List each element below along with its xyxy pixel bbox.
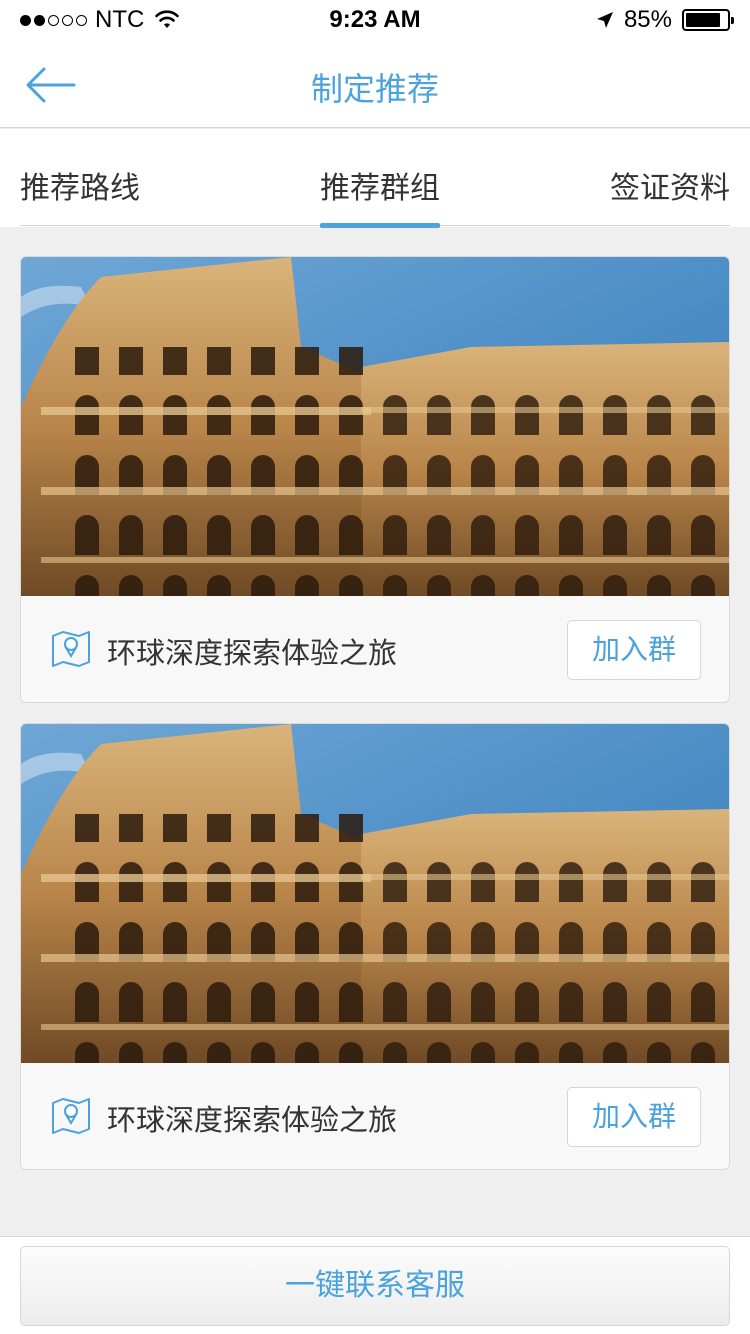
join-group-button[interactable]: 加入群 (567, 1087, 701, 1147)
location-arrow-icon (596, 12, 613, 28)
contact-support-button[interactable]: 一键联系客服 (20, 1246, 730, 1326)
active-tab-indicator (320, 223, 440, 228)
map-pin-icon (52, 1098, 90, 1134)
card-footer: 环球深度探索体验之旅 加入群 (21, 596, 729, 702)
card-footer: 环球深度探索体验之旅 加入群 (21, 1063, 729, 1169)
tab-recommended-routes[interactable]: 推荐路线 (20, 163, 140, 207)
bottom-bar: 一键联系客服 (0, 1236, 750, 1334)
group-card[interactable]: 环球深度探索体验之旅 加入群 (20, 256, 730, 703)
tab-visa-info[interactable]: 签证资料 (610, 163, 730, 207)
map-pin-icon (52, 631, 90, 667)
navigation-bar: 制定推荐 (0, 40, 750, 128)
join-group-button[interactable]: 加入群 (567, 620, 701, 680)
card-title: 环球深度探索体验之旅 (107, 1103, 398, 1137)
battery-fill (686, 13, 720, 27)
tab-bar: 推荐路线 推荐群组 签证资料 (20, 129, 730, 228)
page-title: 制定推荐 (310, 70, 439, 108)
battery-percent: 85% (623, 6, 672, 33)
tab-recommended-groups[interactable]: 推荐群组 (320, 163, 440, 207)
group-card[interactable]: 环球深度探索体验之旅 加入群 (20, 723, 730, 1170)
status-right: 85% (596, 6, 734, 34)
colosseum-image (21, 724, 729, 1063)
colosseum-image (21, 257, 729, 596)
card-title: 环球深度探索体验之旅 (107, 636, 398, 670)
status-bar: NTC 9:23 AM 85% (0, 0, 750, 40)
battery-icon (682, 9, 734, 31)
